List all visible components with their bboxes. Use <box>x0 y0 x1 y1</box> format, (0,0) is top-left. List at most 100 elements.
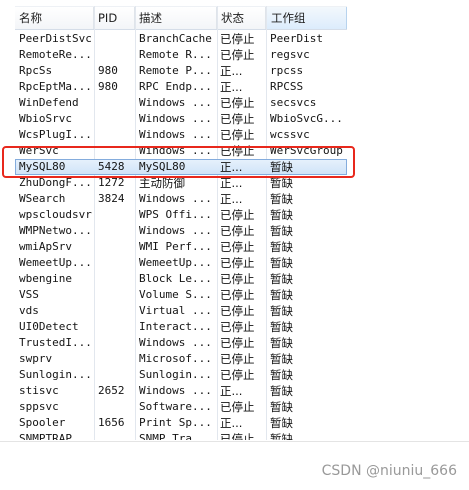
service-group-cell: secsvcs <box>270 96 317 109</box>
service-description-cell: WMI Perf... <box>139 240 212 253</box>
service-name-cell: WcsPlugI... <box>19 128 92 141</box>
service-group-cell: 暂缺 <box>270 176 293 190</box>
table-row[interactable]: wpscloudsvr WPS Offi... 已停止 暂缺 <box>15 207 347 223</box>
column-header-pid[interactable]: PID <box>94 7 135 29</box>
service-status-cell: 正... <box>220 384 243 398</box>
table-row[interactable]: RemoteRe... Remote R... 已停止 regsvc <box>15 47 347 63</box>
service-status-cell: 正... <box>220 176 243 190</box>
service-description-cell: Windows ... <box>139 192 212 205</box>
table-row-selected[interactable]: MySQL80 5428 MySQL80 正... 暂缺 <box>15 159 347 175</box>
service-pid-cell <box>98 431 134 440</box>
service-group-cell: 暂缺 <box>270 256 293 270</box>
service-description-cell: Windows ... <box>139 384 212 397</box>
service-name-cell: RemoteRe... <box>19 48 92 61</box>
table-row[interactable]: WemeetUp... WemeetUp... 已停止 暂缺 <box>15 255 347 271</box>
service-pid-cell: 980 <box>98 64 118 77</box>
table-row[interactable]: swprv Microsof... 已停止 暂缺 <box>15 351 347 367</box>
service-description-cell: Virtual ... <box>139 304 212 317</box>
table-row[interactable]: stisvc 2652 Windows ... 正... 暂缺 <box>15 383 347 399</box>
service-group-cell: PeerDist <box>270 32 323 45</box>
service-description-cell: Sunlogin... <box>139 368 212 381</box>
service-pid-cell <box>98 271 134 287</box>
service-description-cell: 主动防御 <box>139 176 185 190</box>
service-pid-cell <box>98 95 134 111</box>
service-name-cell: wbengine <box>19 272 72 285</box>
table-row[interactable]: WMPNetwo... Windows ... 已停止 暂缺 <box>15 223 347 239</box>
service-name-cell: WemeetUp... <box>19 256 92 269</box>
service-pid-cell <box>98 319 134 335</box>
service-group-cell: 暂缺 <box>270 224 293 238</box>
service-description-cell: Windows ... <box>139 112 212 125</box>
service-pid-cell: 2652 <box>98 384 125 397</box>
column-header-name[interactable]: 名称 <box>15 7 94 29</box>
service-status-cell: 已停止 <box>220 320 255 334</box>
service-group-cell: 暂缺 <box>270 400 293 414</box>
table-row[interactable]: wbengine Block Le... 已停止 暂缺 <box>15 271 347 287</box>
table-row[interactable]: WcsPlugI... Windows ... 已停止 wcssvc <box>15 127 347 143</box>
service-status-cell: 已停止 <box>220 368 255 382</box>
table-row[interactable]: wmiApSrv WMI Perf... 已停止 暂缺 <box>15 239 347 255</box>
table-row[interactable]: WbioSrvc Windows ... 已停止 WbioSvcG... <box>15 111 347 127</box>
service-status-cell: 已停止 <box>220 224 255 238</box>
table-row[interactable]: UI0Detect Interact... 已停止 暂缺 <box>15 319 347 335</box>
service-description-cell: Print Sp... <box>139 416 212 429</box>
column-header-description[interactable]: 描述 <box>135 7 217 29</box>
table-row[interactable]: RpcSs 980 Remote P... 正... rpcss <box>15 63 347 79</box>
table-row[interactable]: VSS Volume S... 已停止 暂缺 <box>15 287 347 303</box>
table-row[interactable]: RpcEptMa... 980 RPC Endp... 正... RPCSS <box>15 79 347 95</box>
table-row[interactable]: WSearch 3824 Windows ... 正... 暂缺 <box>15 191 347 207</box>
table-row[interactable]: vds Virtual ... 已停止 暂缺 <box>15 303 347 319</box>
table-row[interactable]: WerSvc Windows ... 已停止 WerSvcGroup <box>15 143 347 159</box>
service-status-cell: 已停止 <box>220 352 255 366</box>
service-name-cell: ZhuDongF... <box>19 176 92 189</box>
service-pid-cell <box>98 127 134 143</box>
service-group-cell: rpcss <box>270 64 304 77</box>
service-pid-cell <box>98 255 134 271</box>
service-status-cell: 已停止 <box>220 256 255 270</box>
service-name-cell: sppsvc <box>19 400 59 413</box>
service-description-cell: Software... <box>139 400 212 413</box>
service-group-cell: 暂缺 <box>270 368 293 382</box>
service-group-cell: 暂缺 <box>270 208 293 222</box>
service-status-cell: 已停止 <box>220 96 255 110</box>
service-description-cell: WPS Offi... <box>139 208 212 221</box>
service-group-cell: 暂缺 <box>270 352 293 366</box>
table-row[interactable]: PeerDistSvc BranchCache 已停止 PeerDist <box>15 31 347 47</box>
service-name-cell: VSS <box>19 288 39 301</box>
service-description-cell: Remote P... <box>139 64 212 77</box>
service-pid-cell <box>98 351 134 367</box>
service-pid-cell <box>98 287 134 303</box>
service-pid-cell <box>98 303 134 319</box>
column-header-group[interactable]: 工作组 <box>266 7 347 29</box>
table-row[interactable]: WinDefend Windows ... 已停止 secsvcs <box>15 95 347 111</box>
service-name-cell: swprv <box>19 352 53 365</box>
service-name-cell: WerSvc <box>19 144 59 157</box>
table-row[interactable]: ZhuDongF... 1272 主动防御 正... 暂缺 <box>15 175 347 191</box>
service-status-cell: 已停止 <box>220 208 255 222</box>
service-pid-cell <box>98 367 134 383</box>
service-description-cell: Windows ... <box>139 336 212 349</box>
service-status-cell: 正... <box>220 192 243 206</box>
service-name-cell: MySQL80 <box>19 160 66 173</box>
services-list-view[interactable]: 名称 PID 描述 状态 工作组 PeerDistSvc BranchCache 已… <box>15 6 347 440</box>
watermark-text: CSDN @niuniu_666 <box>321 463 457 479</box>
service-group-cell: WbioSvcG... <box>270 112 343 125</box>
table-row[interactable]: Spooler 1656 Print Sp... 正... 暂缺 <box>15 415 347 431</box>
table-row[interactable]: TrustedI... Windows ... 已停止 暂缺 <box>15 335 347 351</box>
service-status-cell: 已停止 <box>220 304 255 318</box>
service-group-cell: 暂缺 <box>270 160 293 174</box>
service-pid-cell <box>98 399 134 415</box>
service-pid-cell <box>98 31 134 47</box>
service-description-cell: Microsof... <box>139 352 212 365</box>
service-status-cell: 正... <box>220 64 243 78</box>
service-pid-cell <box>98 223 134 239</box>
service-name-cell: wpscloudsvr <box>19 208 92 221</box>
column-header-status[interactable]: 状态 <box>217 7 266 29</box>
table-row[interactable]: SNMPTRAP SNMP Tra... 已停止 暂缺 <box>15 431 347 440</box>
service-group-cell: 暂缺 <box>270 384 293 398</box>
table-row[interactable]: Sunlogin... Sunlogin... 已停止 暂缺 <box>15 367 347 383</box>
service-description-cell: Interact... <box>139 320 212 333</box>
table-row[interactable]: sppsvc Software... 已停止 暂缺 <box>15 399 347 415</box>
service-name-cell: WinDefend <box>19 96 79 109</box>
service-status-cell: 已停止 <box>220 48 255 62</box>
